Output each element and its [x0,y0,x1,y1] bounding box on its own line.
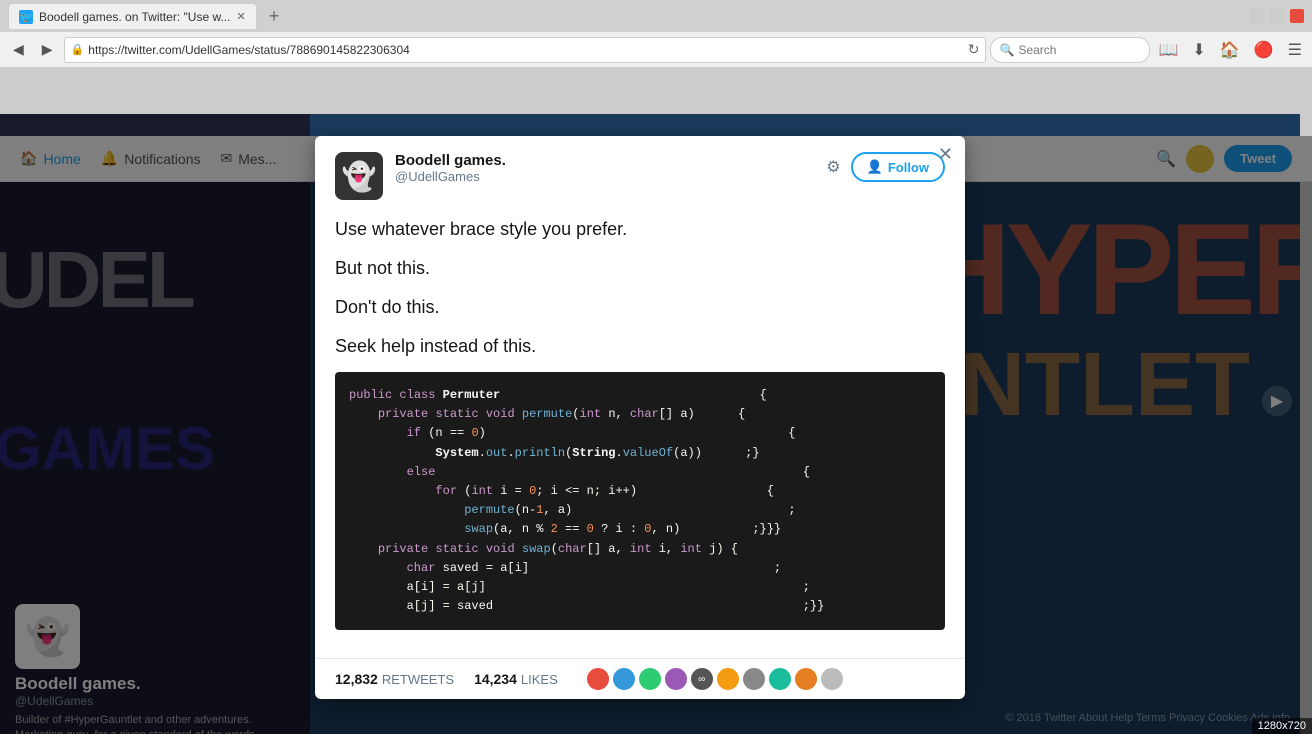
likes-avatar-7 [742,667,766,691]
forward-button[interactable]: ▶ [35,36,60,63]
reload-button[interactable]: ↻ [968,41,980,58]
retweets-stat: 12,832 RETWEETS [335,671,454,687]
extension-icon[interactable]: 🔴 [1250,38,1278,62]
search-icon: 🔍 [999,43,1014,57]
tweet-line-3: Don't do this. [335,294,945,321]
tab-favicon: 🐦 [19,10,33,24]
likes-count: 14,234 [474,671,517,687]
likes-avatar-4 [664,667,688,691]
tweet-content: Use whatever brace style you prefer. But… [315,200,965,658]
tweet-user-info: Boodell games. @UdellGames [395,152,826,184]
browser-search-bar[interactable]: 🔍 [990,37,1150,63]
home-icon[interactable]: 🏠 [1216,38,1244,62]
close-button[interactable] [1290,9,1304,23]
tweet-stats: 12,832 RETWEETS 14,234 LIKES ∞ [315,658,965,699]
address-bar[interactable]: 🔒 https://twitter.com/UdellGames/status/… [64,37,987,63]
likes-avatar-8 [768,667,792,691]
browser-search-input[interactable] [1018,43,1141,57]
navigation-bar: ◀ ▶ 🔒 https://twitter.com/UdellGames/sta… [0,32,1312,68]
follow-button[interactable]: 👤 Follow [851,152,945,182]
browser-toolbar-icons: 📖 ⬇ 🏠 🔴 ☰ [1154,38,1306,62]
pocket-icon[interactable]: 📖 [1154,38,1182,62]
back-button[interactable]: ◀ [6,36,31,63]
settings-icon[interactable]: ☰ [1284,38,1306,62]
tab-close-button[interactable]: ✕ [236,10,245,23]
code-image: public class Permuter { private static v… [335,372,945,630]
likes-stat: 14,234 LIKES [474,671,558,687]
resolution-badge: 1280x720 [1252,718,1312,734]
browser-chrome: 🐦 Boodell games. on Twitter: "Use w... ✕… [0,0,1312,68]
minimize-button[interactable] [1250,9,1264,23]
modal-close-button[interactable]: ✕ [938,144,953,165]
tweet-header: 👻 Boodell games. @UdellGames ⚙ 👤 Follow [315,136,965,200]
likes-avatar-3 [638,667,662,691]
maximize-button[interactable] [1270,9,1284,23]
retweets-count: 12,832 [335,671,378,687]
tweet-header-actions: ⚙ 👤 Follow [826,152,945,182]
likes-avatars: ∞ [586,667,844,691]
window-controls [1250,9,1304,23]
likes-avatar-1 [586,667,610,691]
new-tab-button[interactable]: + [265,6,284,27]
likes-avatar-6 [716,667,740,691]
page-background: 🏠 Home 🔔 Notifications ✉ Mes... 🔍 Tweet … [0,68,1312,734]
browser-tab[interactable]: 🐦 Boodell games. on Twitter: "Use w... ✕ [8,3,257,29]
url-text: https://twitter.com/UdellGames/status/78… [88,43,963,57]
tweet-author-handle: @UdellGames [395,169,826,184]
tweet-author-avatar: 👻 [335,152,383,200]
likes-label: LIKES [521,672,558,687]
tweet-line-4: Seek help instead of this. [335,333,945,360]
likes-avatar-10 [820,667,844,691]
follow-person-icon: 👤 [867,159,883,175]
retweets-label: RETWEETS [382,672,454,687]
tweet-author-name: Boodell games. [395,152,826,169]
tweet-modal: ✕ 👻 Boodell games. @UdellGames ⚙ 👤 Follo… [315,136,965,699]
tweet-line-1: Use whatever brace style you prefer. [335,216,945,243]
tweet-settings-button[interactable]: ⚙ [826,157,840,177]
tweet-line-2: But not this. [335,255,945,282]
ssl-lock-icon: 🔒 [71,43,85,56]
likes-avatar-5: ∞ [690,667,714,691]
likes-avatar-2 [612,667,636,691]
tab-title: Boodell games. on Twitter: "Use w... [39,10,230,24]
title-bar: 🐦 Boodell games. on Twitter: "Use w... ✕… [0,0,1312,32]
download-icon[interactable]: ⬇ [1188,38,1209,62]
likes-avatar-9 [794,667,818,691]
